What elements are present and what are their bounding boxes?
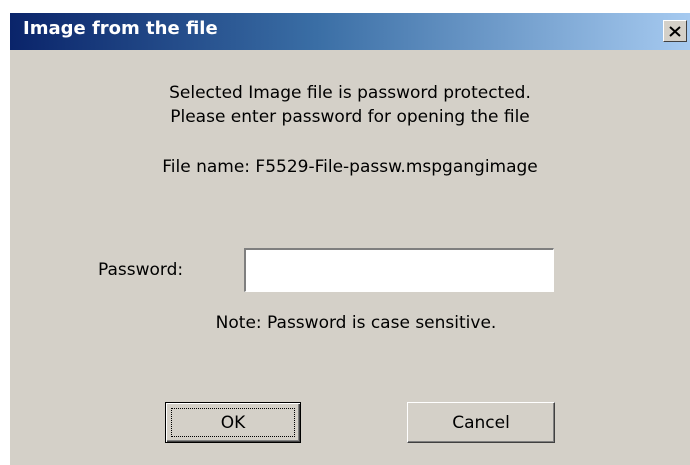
- password-note: Note: Password is case sensitive.: [215, 313, 497, 333]
- title-bar[interactable]: Image from the file: [10, 13, 690, 50]
- ok-button[interactable]: OK: [165, 402, 301, 443]
- password-input[interactable]: [244, 248, 554, 292]
- dialog-title: Image from the file: [23, 18, 218, 39]
- message-line-1: Selected Image file is password protecte…: [169, 83, 531, 103]
- file-name-text: File name: F5529-File-passw.mspgangimage: [162, 157, 538, 177]
- cancel-button-label: Cancel: [452, 412, 510, 433]
- close-icon: [669, 25, 681, 37]
- message-line-2: Please enter password for opening the fi…: [170, 107, 530, 127]
- close-button[interactable]: [663, 20, 687, 42]
- cancel-button[interactable]: Cancel: [407, 402, 555, 443]
- password-label: Password:: [98, 260, 184, 280]
- focus-rectangle: [171, 408, 295, 437]
- password-dialog: Image from the file Selected Image file …: [10, 13, 690, 465]
